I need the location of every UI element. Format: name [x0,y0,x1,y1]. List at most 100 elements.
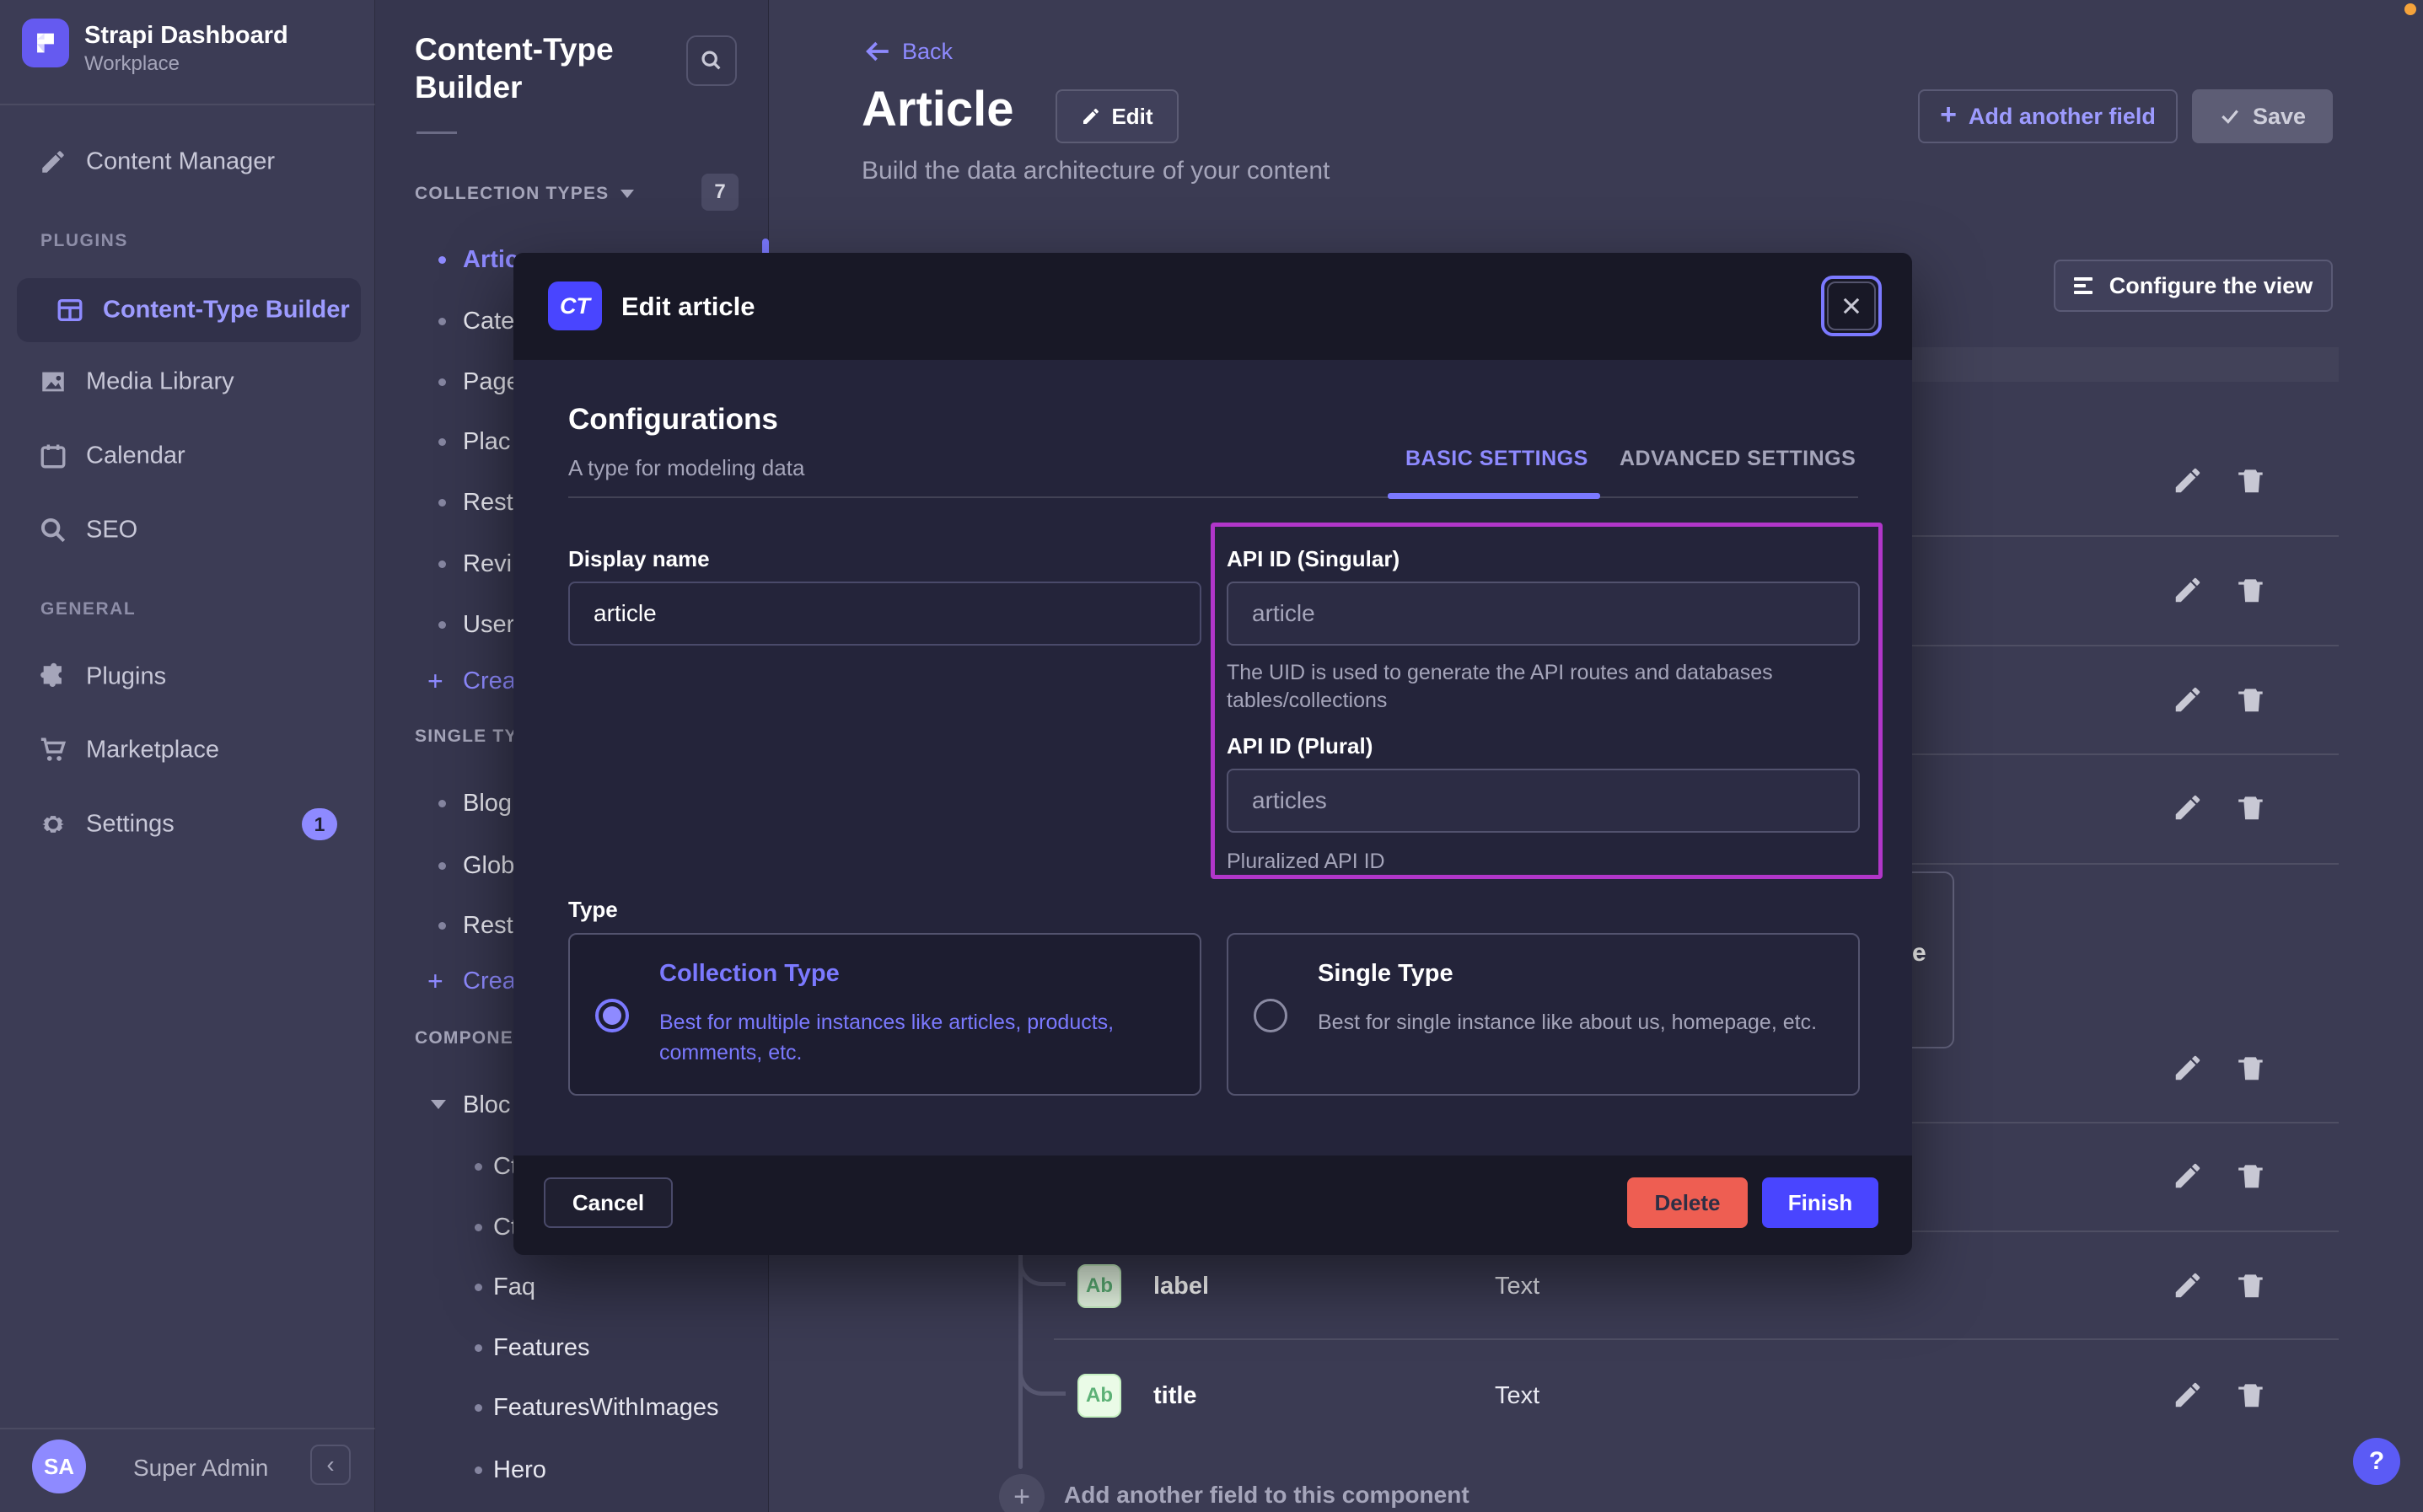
pencil-icon [1081,106,1101,126]
trash-icon[interactable] [2236,1052,2268,1084]
chevron-down-icon [431,1100,446,1109]
close-icon [1840,294,1863,318]
modal-title: Edit article [621,292,755,322]
cancel-button[interactable]: Cancel [544,1177,673,1228]
api-id-plural-input[interactable] [1227,769,1860,833]
collection-type-card[interactable]: Collection Type Best for multiple instan… [568,933,1201,1096]
page-title: Article [862,81,1014,137]
api-id-plural-label: API ID (Plural) [1227,733,1373,759]
pencil-icon[interactable] [2172,574,2204,606]
add-field-to-component-link[interactable]: Add another field to this component [1064,1482,1469,1509]
row-actions [2172,464,2268,496]
pencil-icon[interactable] [2172,791,2204,823]
single-types-header[interactable]: SINGLE TY [415,727,518,747]
type-label: Type [568,897,618,923]
sidebar-item-content-type-builder[interactable]: Content-Type Builder [17,278,361,342]
sidebar-divider [0,1428,375,1429]
api-id-singular-input[interactable] [1227,582,1860,646]
brand-title: Strapi Dashboard [84,22,288,50]
avatar[interactable]: SA [32,1440,86,1493]
trash-icon[interactable] [2236,464,2268,496]
trash-icon[interactable] [2236,574,2268,606]
field-name: label [1153,1273,1209,1300]
trash-icon[interactable] [2236,684,2268,716]
pencil-icon[interactable] [2172,1379,2204,1411]
edit-button[interactable]: Edit [1056,89,1179,143]
pen-icon [39,147,67,176]
tab-advanced-settings[interactable]: ADVANCED SETTINGS [1620,447,1856,471]
bullet-icon [475,1344,482,1352]
tabs-divider [568,496,1858,498]
row-actions [2172,1160,2268,1192]
collection-type-title: Collection Type [659,960,840,988]
delete-button[interactable]: Delete [1627,1177,1748,1228]
check-icon [2219,105,2241,127]
display-name-input[interactable] [568,582,1201,646]
sidebar-item-content-manager[interactable]: Content Manager [0,130,375,194]
configurations-heading: Configurations [568,403,778,437]
pencil-icon[interactable] [2172,684,2204,716]
bullet-icon [438,499,446,507]
sidebar-item-media-library[interactable]: Media Library [0,350,375,414]
collection-count-badge: 7 [701,174,739,211]
bullet-icon [475,1404,482,1412]
trash-icon[interactable] [2236,1160,2268,1192]
components-header[interactable]: COMPONE [415,1028,513,1048]
sidebar-item-seo[interactable]: SEO [0,498,375,562]
configure-view-button[interactable]: Configure the view [2054,260,2333,312]
plus-circle-icon[interactable]: + [999,1474,1045,1512]
sidebar-item-label: Calendar [86,442,185,470]
sidebar-item-plugins[interactable]: Plugins [0,645,375,709]
calendar-icon [39,442,67,470]
pencil-icon[interactable] [2172,464,2204,496]
sidebar-item-settings[interactable]: Settings 1 [0,792,375,856]
search-button[interactable] [686,35,737,86]
finish-button[interactable]: Finish [1762,1177,1878,1228]
strapi-logo-icon[interactable] [22,19,69,67]
collection-type-desc: Best for multiple instances like article… [659,1007,1165,1069]
content-type-badge: CT [548,281,602,330]
radio-unselected-icon[interactable] [1254,999,1287,1032]
sidebar-item-marketplace[interactable]: Marketplace [0,718,375,782]
collection-types-header[interactable]: COLLECTION TYPES [415,184,634,204]
recording-indicator-dot [2404,3,2416,15]
close-button[interactable] [1827,281,1876,330]
component-item[interactable]: Hero [375,1453,769,1487]
close-button-focus-ring [1821,276,1882,336]
brand-subtitle: Workplace [84,52,180,76]
layout-grid-icon [56,296,84,324]
api-id-singular-label: API ID (Singular) [1227,546,1400,572]
trash-icon[interactable] [2236,791,2268,823]
radio-selected-icon[interactable] [595,999,629,1032]
table-row[interactable]: Ab title [1077,1374,1197,1418]
pencil-icon[interactable] [2172,1052,2204,1084]
bullet-icon [475,1466,482,1474]
sidebar-item-label: SEO [86,517,137,544]
trash-icon[interactable] [2236,1379,2268,1411]
component-item[interactable]: Features [375,1331,769,1365]
bullet-icon [438,438,446,446]
bullet-icon [475,1284,482,1291]
pencil-icon[interactable] [2172,1160,2204,1192]
table-row[interactable]: Ab label [1077,1264,1209,1308]
component-item[interactable]: Faq [375,1270,769,1304]
pencil-icon[interactable] [2172,1269,2204,1301]
api-id-plural-help: Pluralized API ID [1227,848,1385,876]
add-another-field-button[interactable]: + Add another field [1918,89,2178,143]
back-link[interactable]: Back [863,37,953,66]
search-icon [39,516,67,544]
single-type-card[interactable]: Single Type Best for single instance lik… [1227,933,1860,1096]
trash-icon[interactable] [2236,1269,2268,1301]
page-subtitle: Build the data architecture of your cont… [862,157,1330,185]
component-item[interactable]: FeaturesWithImages [375,1391,769,1424]
help-button[interactable]: ? [2353,1438,2400,1485]
sidebar-item-label: Content Manager [86,148,275,176]
collapse-sidebar-button[interactable]: ‹ [310,1445,351,1485]
single-type-desc: Best for single instance like about us, … [1318,1007,1824,1037]
sidebar-item-calendar[interactable]: Calendar [0,424,375,488]
bullet-icon [475,1224,482,1231]
bullet-icon [438,862,446,870]
sidebar-item-label: Media Library [86,368,234,396]
tab-basic-settings[interactable]: BASIC SETTINGS [1405,447,1588,471]
save-button[interactable]: Save [2192,89,2333,143]
